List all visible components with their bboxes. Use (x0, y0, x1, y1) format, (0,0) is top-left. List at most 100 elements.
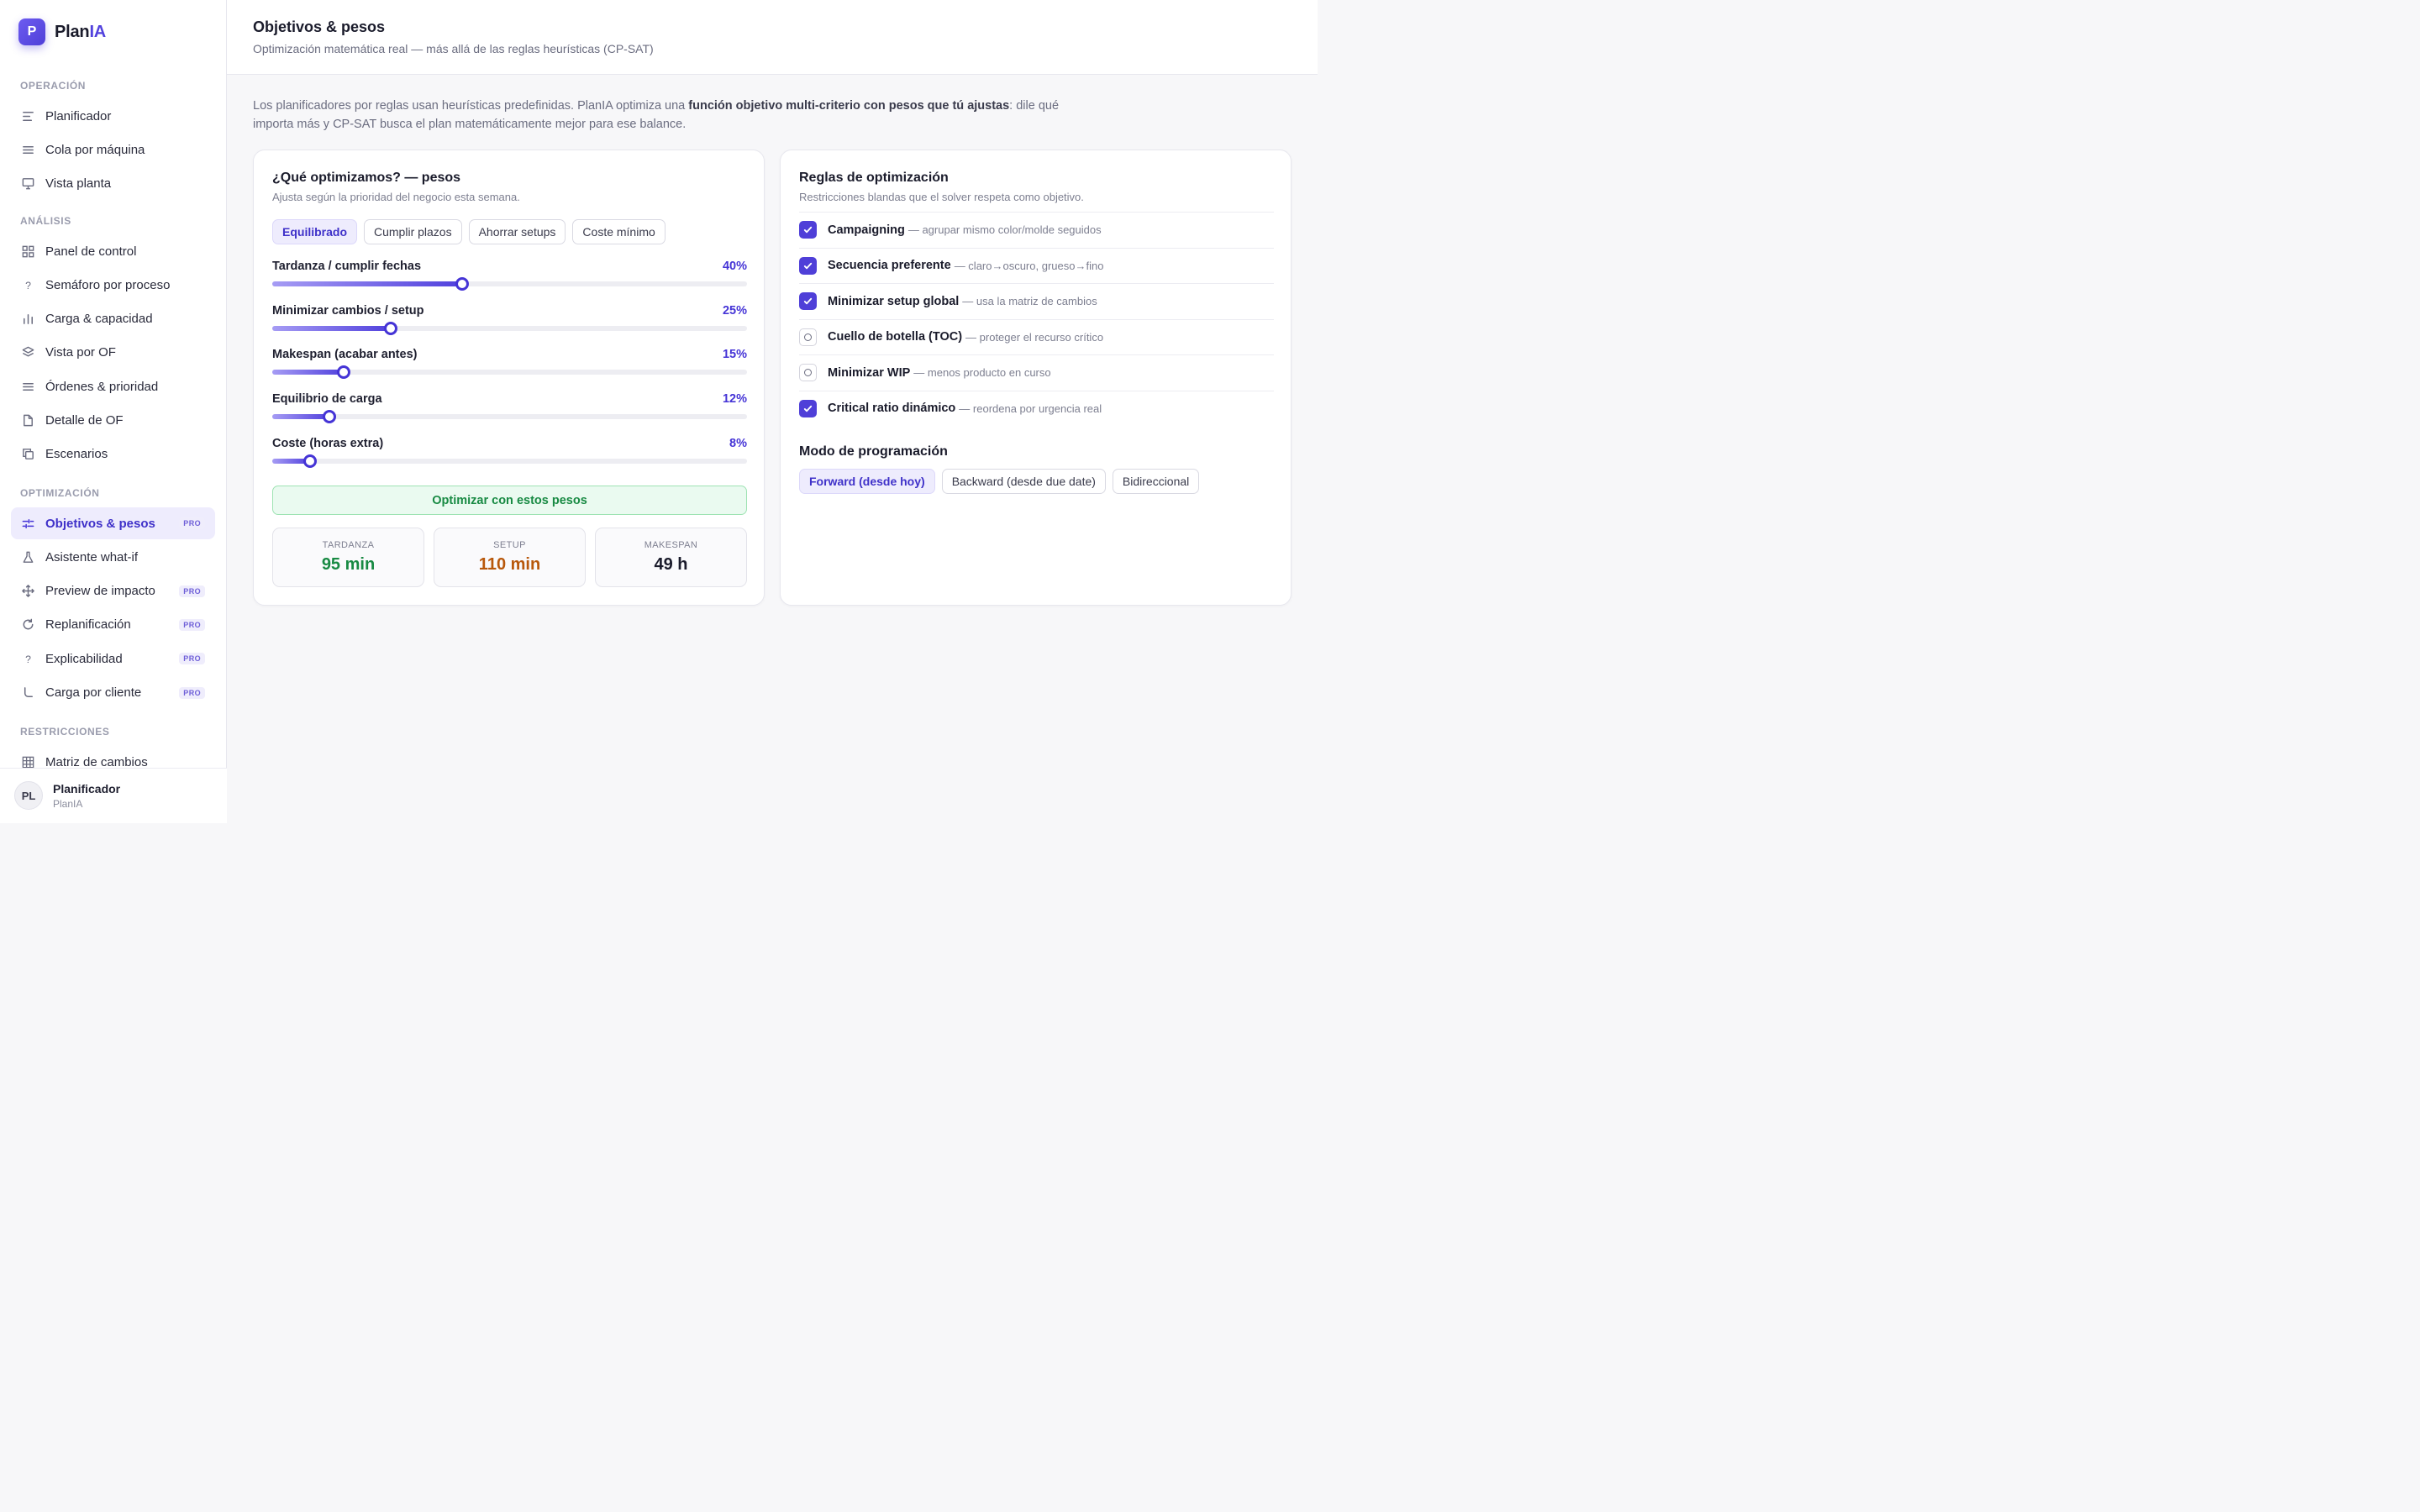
mode-title: Modo de programación (799, 444, 948, 459)
preset-chip-cumplir-plazos[interactable]: Cumplir plazos (364, 219, 462, 244)
pro-badge: PRO (179, 686, 205, 699)
check-icon (803, 405, 813, 412)
slider-label: Minimizar cambios / setup (272, 303, 424, 318)
checkbox-checked[interactable] (799, 292, 817, 310)
sidebar-item-panel-de-control[interactable]: Panel de control (11, 235, 215, 267)
stat-label: MAKESPAN (644, 540, 698, 550)
svg-text:?: ? (25, 280, 31, 291)
slider-value: 8% (729, 436, 747, 450)
user-menu[interactable]: PL Planificador PlanIA (0, 768, 227, 823)
slider-fill (272, 414, 329, 420)
checkbox-checked[interactable] (799, 256, 817, 275)
rule-secuencia-preferente[interactable]: Secuencia preferente — claro→oscuro, grue… (799, 247, 1274, 283)
rule-campaigning[interactable]: Campaigning — agrupar mismo color/molde s… (799, 212, 1274, 247)
rule-cuello-de-botella-toc[interactable]: Cuello de botella (TOC) — proteger el rec… (799, 318, 1274, 354)
slider-thumb[interactable] (455, 277, 469, 291)
sidebar-item-cola-por-maquina[interactable]: Cola por máquina (11, 134, 215, 165)
circle-icon (804, 333, 812, 341)
page-header: Objetivos & pesos Optimización matemátic… (227, 0, 1318, 75)
sidebar-item-ordenes-prioridad[interactable]: Órdenes & prioridad (11, 370, 215, 402)
check-icon (803, 297, 813, 305)
sidebar-item-detalle-de-of[interactable]: Detalle de OF (11, 405, 215, 437)
rule-name: Minimizar setup global (828, 294, 960, 308)
sidebar: P PlanIA OPERACIÓN Planificador Cola por m… (0, 0, 227, 823)
slider-label: Equilibrio de carga (272, 392, 382, 407)
sidebar-item-label: Matriz de cambios (45, 754, 148, 769)
sidebar-item-carga-capacidad[interactable]: Carga & capacidad (11, 303, 215, 335)
slider-thumb[interactable] (322, 410, 336, 424)
sidebar-item-label: Vista planta (45, 176, 112, 192)
stat-value: 49 h (654, 555, 688, 574)
sidebar-item-label: Preview de impacto (45, 584, 155, 599)
slider-fill (272, 281, 462, 286)
slider-track[interactable] (272, 321, 747, 335)
checkbox-unchecked[interactable] (799, 364, 817, 381)
checkbox-unchecked[interactable] (799, 328, 817, 346)
stat-label: TARDANZA (322, 540, 375, 550)
sidebar-item-preview-de-impacto[interactable]: Preview de impacto PRO (11, 575, 215, 607)
slider-track[interactable] (272, 277, 747, 291)
preset-chip-coste-minimo[interactable]: Coste mínimo (572, 219, 666, 244)
svg-text:?: ? (25, 653, 31, 664)
sidebar-item-label: Escenarios (45, 447, 108, 462)
sidebar-item-label: Planificador (45, 108, 112, 123)
logo-mark: P (18, 18, 45, 45)
sidebar-item-vista-por-of[interactable]: Vista por OF (11, 337, 215, 369)
monitor-icon (20, 176, 35, 192)
sidebar-item-carga-por-cliente[interactable]: Carga por cliente PRO (11, 677, 215, 709)
sidebar-item-replanificacion[interactable]: Replanificación PRO (11, 609, 215, 641)
rule-name: Secuencia preferente (828, 259, 951, 272)
rule-critical-ratio-dinamico[interactable]: Critical ratio dinámico — reordena por ur… (799, 390, 1274, 426)
check-icon (803, 226, 813, 234)
slider-track[interactable] (272, 365, 747, 380)
section-label-operacion: OPERACIÓN (20, 80, 87, 92)
slider-thumb[interactable] (384, 321, 398, 335)
slider-thumb[interactable] (336, 365, 350, 380)
sidebar-item-planificador[interactable]: Planificador (11, 100, 215, 132)
stat-setup: SETUP 110 min (434, 528, 586, 587)
stat-label: SETUP (493, 540, 526, 550)
slider-thumb[interactable] (303, 454, 318, 468)
sidebar-item-label: Detalle de OF (45, 413, 124, 428)
rules-subtitle: Restricciones blandas que el solver resp… (799, 191, 1084, 203)
weight-slider-equilibrio-de-carga: Equilibrio de carga 12% (272, 392, 747, 426)
sidebar-item-label: Asistente what-if (45, 549, 139, 564)
preset-chips: Equilibrado Cumplir plazos Ahorrar setups C… (272, 219, 666, 244)
mode-chips: Forward (desde hoy) Backward (desde due d… (799, 469, 1200, 494)
circle-icon (804, 369, 812, 376)
weight-slider-makespan-acabar-antes: Makespan (acabar antes) 15% (272, 348, 747, 381)
rule-name: Critical ratio dinámico (828, 402, 956, 415)
sidebar-item-label: Panel de control (45, 244, 137, 259)
sidebar-item-asistente-what-if[interactable]: Asistente what-if (11, 541, 215, 573)
slider-track[interactable] (272, 454, 747, 468)
intro-text: Los planificadores por reglas usan heurí… (253, 99, 1060, 131)
stat-value: 95 min (321, 555, 376, 574)
sidebar-item-label: Vista por OF (45, 345, 116, 360)
weight-slider-minimizar-cambios-setup: Minimizar cambios / setup 25% (272, 304, 747, 338)
logo[interactable]: P PlanIA (18, 18, 106, 45)
weights-card: ¿Qué optimizamos? — pesos Ajusta según l… (253, 150, 765, 606)
sidebar-item-objetivos-pesos[interactable]: Objetivos & pesos PRO (11, 507, 215, 539)
sidebar-item-vista-planta[interactable]: Vista planta (11, 168, 215, 200)
rule-name: Cuello de botella (TOC) (828, 330, 963, 344)
sidebar-item-explicabilidad[interactable]: ? Explicabilidad PRO (11, 643, 215, 675)
preset-chip-equilibrado[interactable]: Equilibrado (272, 219, 357, 244)
list-icon (20, 142, 35, 157)
sidebar-item-label: Replanificación (45, 617, 131, 633)
mode-chip-backward-desde-due-date[interactable]: Backward (desde due date) (941, 469, 1106, 494)
slider-track[interactable] (272, 410, 747, 424)
section-label-analisis: ANÁLISIS (20, 215, 71, 227)
rule-name: Minimizar WIP (828, 365, 911, 380)
rule-minimizar-wip[interactable]: Minimizar WIP — menos producto en curso (799, 354, 1274, 390)
preset-chip-ahorrar-setups[interactable]: Ahorrar setups (468, 219, 566, 244)
mode-chip-bidireccional[interactable]: Bidireccional (1112, 469, 1200, 494)
mode-chip-forward-desde-hoy[interactable]: Forward (desde hoy) (799, 469, 935, 494)
optimize-button[interactable]: Optimizar con estos pesos (272, 486, 747, 515)
checkbox-checked[interactable] (799, 221, 817, 239)
section-label-optimizacion: OPTIMIZACIÓN (20, 487, 100, 499)
sidebar-item-semaforo-por-proceso[interactable]: ? Semáforo por proceso (11, 269, 215, 301)
checkbox-checked[interactable] (799, 399, 817, 417)
rule-minimizar-setup-global[interactable]: Minimizar setup global — usa la matriz de… (799, 283, 1274, 318)
sidebar-item-escenarios[interactable]: Escenarios (11, 438, 215, 470)
rules-title: Reglas de optimización (799, 171, 949, 185)
